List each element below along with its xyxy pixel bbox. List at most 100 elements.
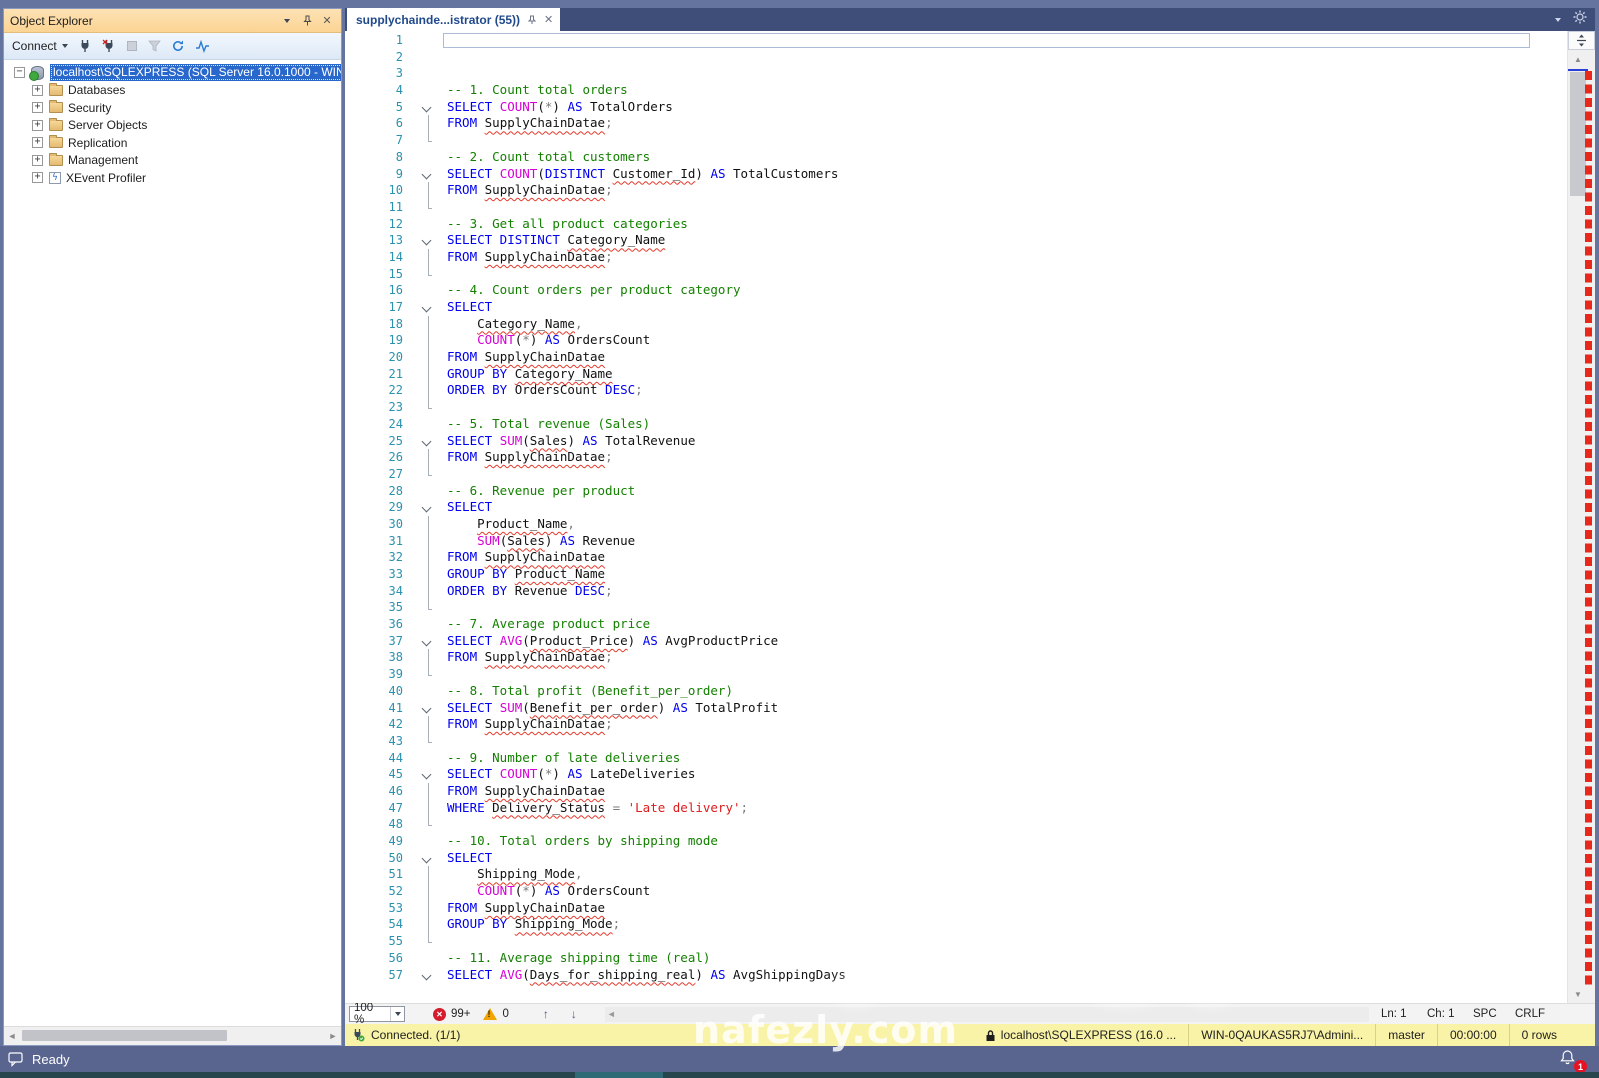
code-line[interactable]: 46 FROM SupplyChainDatae	[345, 782, 1568, 800]
expand-icon[interactable]: +	[32, 84, 43, 96]
code-line[interactable]: 14 FROM SupplyChainDatae;	[345, 248, 1568, 266]
code-line[interactable]: 47 WHERE Delivery_Status = 'Late delivery…	[345, 799, 1568, 817]
disconnect-plug-icon[interactable]	[102, 39, 116, 53]
code-line[interactable]: 7	[345, 132, 1568, 149]
notifications-button[interactable]: 1	[1559, 1049, 1587, 1073]
code-line[interactable]: 54 GROUP BY Shipping_Mode;	[345, 916, 1568, 933]
code-line[interactable]: 22 ORDER BY OrdersCount DESC;	[345, 382, 1568, 399]
expand-icon[interactable]: +	[32, 119, 43, 131]
scroll-left-icon[interactable]: ◄	[607, 1007, 616, 1022]
expand-icon[interactable]: +	[32, 102, 43, 114]
next-error-icon[interactable]: ↓	[571, 1007, 577, 1021]
code-line[interactable]: 38 FROM SupplyChainDatae;	[345, 649, 1568, 666]
code-line[interactable]: 5 SELECT COUNT(*) AS TotalOrders	[345, 99, 1568, 116]
tab-list-chevron-icon[interactable]	[1555, 17, 1561, 22]
scroll-left-icon[interactable]: ◄	[4, 1027, 20, 1045]
window-position-icon[interactable]	[279, 13, 295, 29]
code-line[interactable]: 53 FROM SupplyChainDatae	[345, 899, 1568, 917]
code-line[interactable]: 19 COUNT(*) AS OrdersCount	[345, 332, 1568, 349]
code-line[interactable]: 30 Product_Name,	[345, 515, 1568, 533]
database-segment[interactable]: master	[1375, 1024, 1437, 1046]
code-line[interactable]: 1	[345, 32, 1568, 49]
scrollbar-thumb[interactable]	[22, 1030, 227, 1041]
code-line[interactable]: 41 SELECT SUM(Benefit_per_order) AS Total…	[345, 700, 1568, 717]
code-line[interactable]: 56 -- 11. Average shipping time (real)	[345, 950, 1568, 967]
fold-collapse-icon[interactable]	[417, 766, 443, 783]
fold-collapse-icon[interactable]	[417, 433, 443, 450]
code-line[interactable]: 18 Category_Name,	[345, 315, 1568, 333]
sidebar-item-replication[interactable]: + Replication	[4, 134, 341, 152]
fold-collapse-icon[interactable]	[417, 99, 443, 116]
code-line[interactable]: 48	[345, 816, 1568, 833]
fold-collapse-icon[interactable]	[417, 166, 443, 183]
server-segment[interactable]: localhost\SQLEXPRESS (16.0 ...	[973, 1024, 1188, 1046]
code-line[interactable]: 52 COUNT(*) AS OrdersCount	[345, 883, 1568, 900]
code-line[interactable]: 13 SELECT DISTINCT Category_Name	[345, 232, 1568, 249]
splitter-handle[interactable]	[1568, 31, 1595, 50]
scroll-right-icon[interactable]: ►	[325, 1027, 341, 1045]
prev-error-icon[interactable]: ↑	[543, 1007, 549, 1021]
sidebar-item-security[interactable]: + Security	[4, 99, 341, 117]
code-line[interactable]: 11	[345, 198, 1568, 216]
gear-icon[interactable]	[1573, 10, 1587, 29]
fold-collapse-icon[interactable]	[417, 700, 443, 717]
sidebar-item-server-root[interactable]: − localhost\SQLEXPRESS (SQL Server 16.0.…	[4, 64, 341, 82]
fold-collapse-icon[interactable]	[417, 850, 443, 867]
query-tab[interactable]: supplychainde...istrator (55)) ✕	[347, 8, 561, 31]
code-line[interactable]: 24 -- 5. Total revenue (Sales)	[345, 416, 1568, 433]
pin-icon[interactable]	[299, 13, 315, 29]
expand-icon[interactable]: +	[32, 154, 43, 166]
refresh-icon[interactable]	[171, 39, 185, 53]
code-line[interactable]: 43	[345, 732, 1568, 750]
code-line[interactable]: 44 -- 9. Number of late deliveries	[345, 750, 1568, 767]
editor-vscrollbar[interactable]: ▲ ▼	[1567, 31, 1595, 1003]
code-line[interactable]: 25 SELECT SUM(Sales) AS TotalRevenue	[345, 433, 1568, 450]
code-line[interactable]: 49 -- 10. Total orders by shipping mode	[345, 833, 1568, 850]
code-line[interactable]: 40 -- 8. Total profit (Benefit_per_order)	[345, 683, 1568, 700]
connect-plug-icon[interactable]	[78, 39, 92, 53]
code-line[interactable]: 39	[345, 666, 1568, 683]
scroll-down-icon[interactable]: ▼	[1568, 987, 1588, 1001]
object-explorer-hscrollbar[interactable]: ◄ ►	[4, 1026, 341, 1045]
zoom-select[interactable]: 100 %	[349, 1002, 405, 1026]
code-line[interactable]: 31 SUM(Sales) AS Revenue	[345, 532, 1568, 550]
code-line[interactable]: 10 FROM SupplyChainDatae;	[345, 182, 1568, 199]
fold-collapse-icon[interactable]	[417, 299, 443, 316]
code-line[interactable]: 4 -- 1. Count total orders	[345, 82, 1568, 99]
scroll-up-icon[interactable]: ▲	[1568, 52, 1588, 66]
close-icon[interactable]: ✕	[319, 13, 335, 29]
code-line[interactable]: 28 -- 6. Revenue per product	[345, 483, 1568, 500]
code-line[interactable]: 6 FROM SupplyChainDatae;	[345, 115, 1568, 132]
code-line[interactable]: 29 SELECT	[345, 499, 1568, 516]
sidebar-item-databases[interactable]: + Databases	[4, 82, 341, 100]
code-line[interactable]: 50 SELECT	[345, 850, 1568, 867]
vscrollbar-thumb[interactable]	[1570, 72, 1586, 196]
code-line[interactable]: 36 -- 7. Average product price	[345, 616, 1568, 633]
code-line[interactable]: 9 SELECT COUNT(DISTINCT Customer_Id) AS T…	[345, 166, 1568, 183]
fold-collapse-icon[interactable]	[417, 499, 443, 516]
tab-pin-icon[interactable]	[527, 15, 537, 25]
code-line[interactable]: 16 -- 4. Count orders per product categor…	[345, 282, 1568, 299]
code-line[interactable]: 12 -- 3. Get all product categories	[345, 216, 1568, 233]
fold-collapse-icon[interactable]	[417, 232, 443, 249]
user-segment[interactable]: WIN-0QAUKAS5RJ7\Admini...	[1188, 1024, 1375, 1046]
sidebar-item-xevent-profiler[interactable]: + ϟ XEvent Profiler	[4, 169, 341, 187]
code-line[interactable]: 26 FROM SupplyChainDatae;	[345, 449, 1568, 466]
code-line[interactable]: 23	[345, 399, 1568, 416]
expand-icon[interactable]: +	[32, 137, 43, 149]
code-line[interactable]: 55	[345, 933, 1568, 950]
editor-hscrollbar[interactable]: ◄	[604, 1006, 1369, 1022]
code-line[interactable]: 8 -- 2. Count total customers	[345, 149, 1568, 166]
code-line[interactable]: 34 ORDER BY Revenue DESC;	[345, 582, 1568, 600]
code-line[interactable]: 2	[345, 49, 1568, 66]
code-line[interactable]: 57 SELECT AVG(Days_for_shipping_real) AS …	[345, 967, 1568, 984]
code-line[interactable]: 51 Shipping_Mode,	[345, 866, 1568, 883]
code-line[interactable]: 27	[345, 465, 1568, 483]
expand-icon[interactable]: +	[32, 172, 43, 184]
code-line[interactable]: 35	[345, 599, 1568, 616]
code-line[interactable]: 3	[345, 65, 1568, 82]
code-line[interactable]: 37 SELECT AVG(Product_Price) AS AvgProduc…	[345, 633, 1568, 650]
code-line[interactable]: 42 FROM SupplyChainDatae;	[345, 716, 1568, 733]
code-line[interactable]: 15	[345, 265, 1568, 283]
code-line[interactable]: 32 FROM SupplyChainDatae	[345, 549, 1568, 566]
